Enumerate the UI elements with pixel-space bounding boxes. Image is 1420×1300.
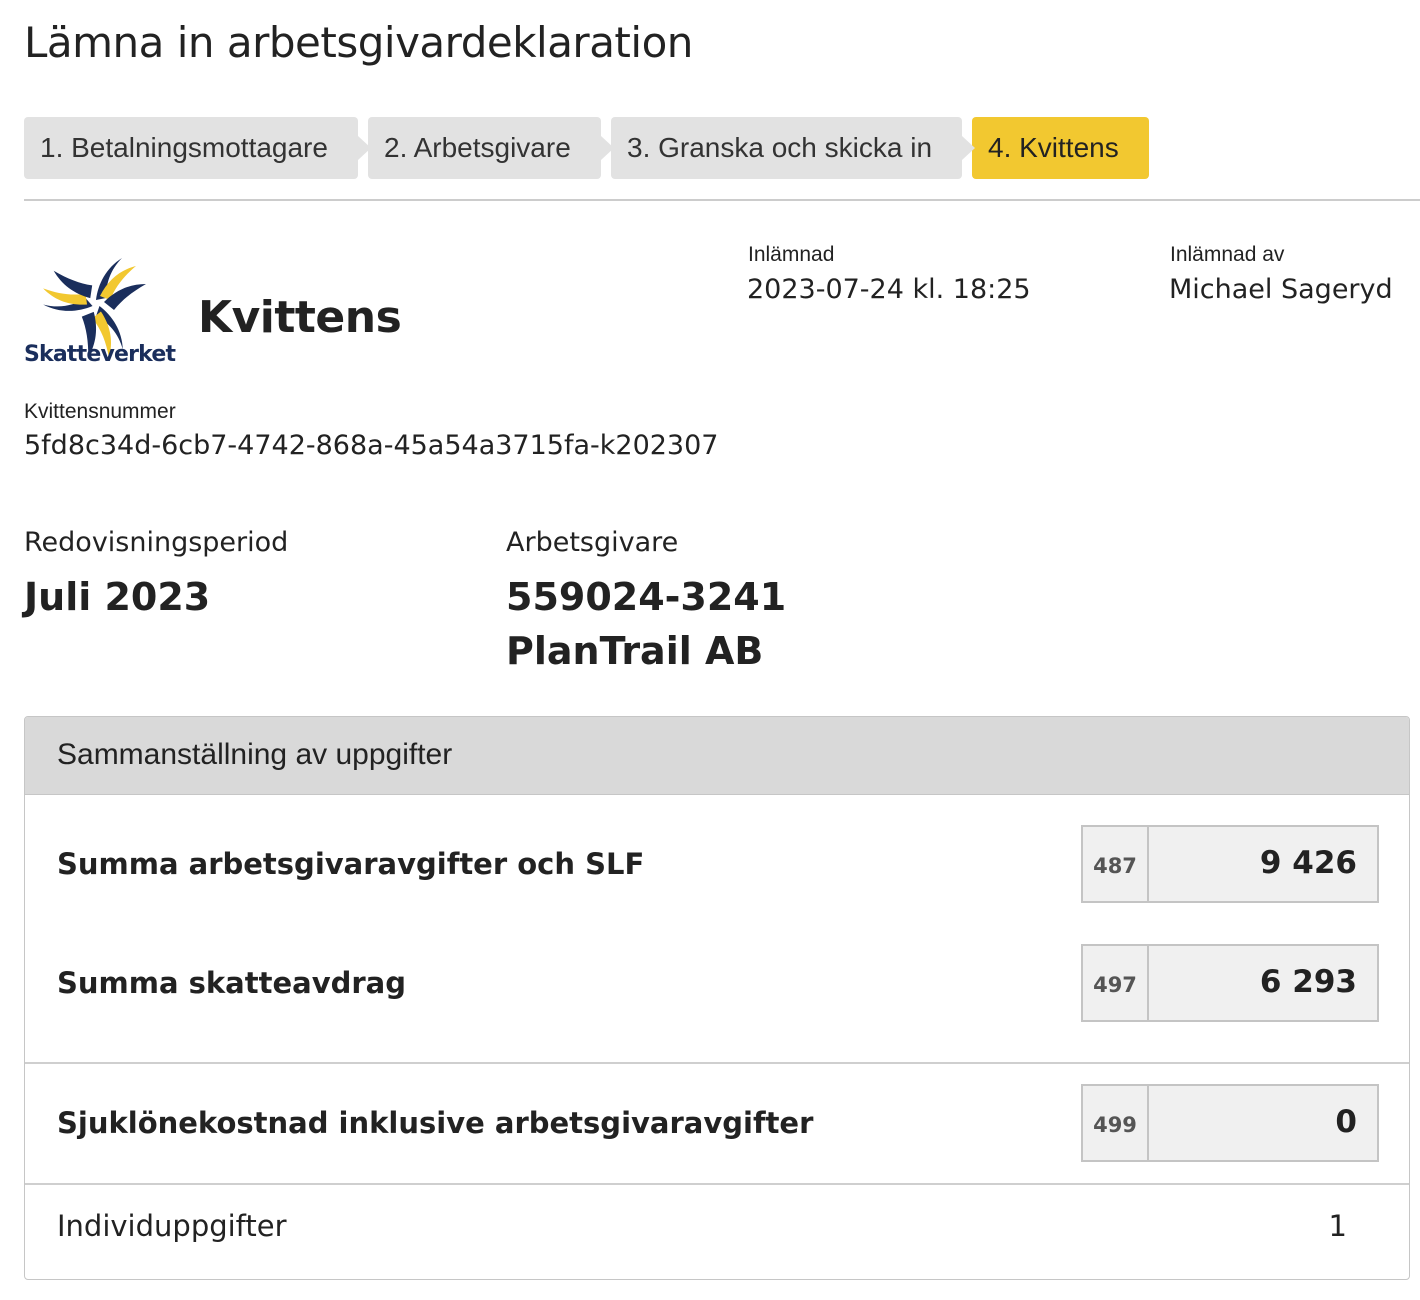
field-value: 6 293 xyxy=(1259,964,1357,1000)
summary-panel: Sammanställning av uppgifter Summa arbet… xyxy=(24,716,1410,1280)
submitted-by-label: Inlämnad av xyxy=(1170,243,1285,266)
step-kvittens[interactable]: 4. Kvittens xyxy=(972,117,1149,179)
page-title: Lämna in arbetsgivardeklaration xyxy=(24,18,693,67)
submitted-label: Inlämnad xyxy=(748,243,835,266)
receipt-number-value: 5fd8c34d-6cb7-4742-868a-45a54a3715fa-k20… xyxy=(24,430,719,461)
step-granska[interactable]: 3. Granska och skicka in xyxy=(611,117,975,179)
employer-name: PlanTrail AB xyxy=(506,629,764,673)
step-betalningsmottagare[interactable]: 1. Betalningsmottagare xyxy=(24,117,371,179)
field-value: 9 426 xyxy=(1259,845,1357,881)
field-code: 499 xyxy=(1083,1086,1149,1160)
step-arrow xyxy=(962,136,975,160)
step-label: 1. Betalningsmottagare xyxy=(40,132,328,163)
submitted-by-value: Michael Sageryd xyxy=(1169,274,1393,305)
period-value: Juli 2023 xyxy=(24,575,211,619)
individuppgifter-label: Individuppgifter xyxy=(57,1209,287,1243)
step-arrow xyxy=(358,136,371,160)
row-label-skatteavdrag: Summa skatteavdrag xyxy=(57,966,407,1000)
field-code: 497 xyxy=(1083,946,1149,1020)
field-499: 499 0 xyxy=(1081,1084,1379,1162)
row-label-sjuklonekostnad: Sjuklönekostnad inklusive arbetsgivaravg… xyxy=(57,1106,814,1140)
receipt-number-label: Kvittensnummer xyxy=(24,400,176,423)
period-label: Redovisningsperiod xyxy=(24,527,289,558)
row-divider xyxy=(25,1062,1409,1064)
summary-header: Sammanställning av uppgifter xyxy=(25,717,1409,795)
step-arrow xyxy=(601,136,614,160)
step-label: 3. Granska och skicka in xyxy=(627,132,933,163)
receipt-title: Kvittens xyxy=(198,292,402,343)
employer-org-number: 559024-3241 xyxy=(506,575,787,619)
submitted-value: 2023-07-24 kl. 18:25 xyxy=(747,274,1031,305)
individuppgifter-count: 1 xyxy=(1328,1209,1347,1243)
field-code: 487 xyxy=(1083,827,1149,901)
step-label: 2. Arbetsgivare xyxy=(384,132,571,163)
field-487: 487 9 426 xyxy=(1081,825,1379,903)
field-value: 0 xyxy=(1335,1104,1357,1140)
field-497: 497 6 293 xyxy=(1081,944,1379,1022)
row-divider xyxy=(25,1183,1409,1185)
header-divider xyxy=(24,199,1420,201)
step-label: 4. Kvittens xyxy=(988,132,1119,163)
employer-label: Arbetsgivare xyxy=(506,527,679,558)
row-label-arbetsgivaravgifter: Summa arbetsgivaravgifter och SLF xyxy=(57,847,645,881)
step-arbetsgivare[interactable]: 2. Arbetsgivare xyxy=(368,117,614,179)
summary-heading: Sammanställning av uppgifter xyxy=(57,738,453,771)
logo-wordmark: Skatteverket xyxy=(24,342,176,367)
